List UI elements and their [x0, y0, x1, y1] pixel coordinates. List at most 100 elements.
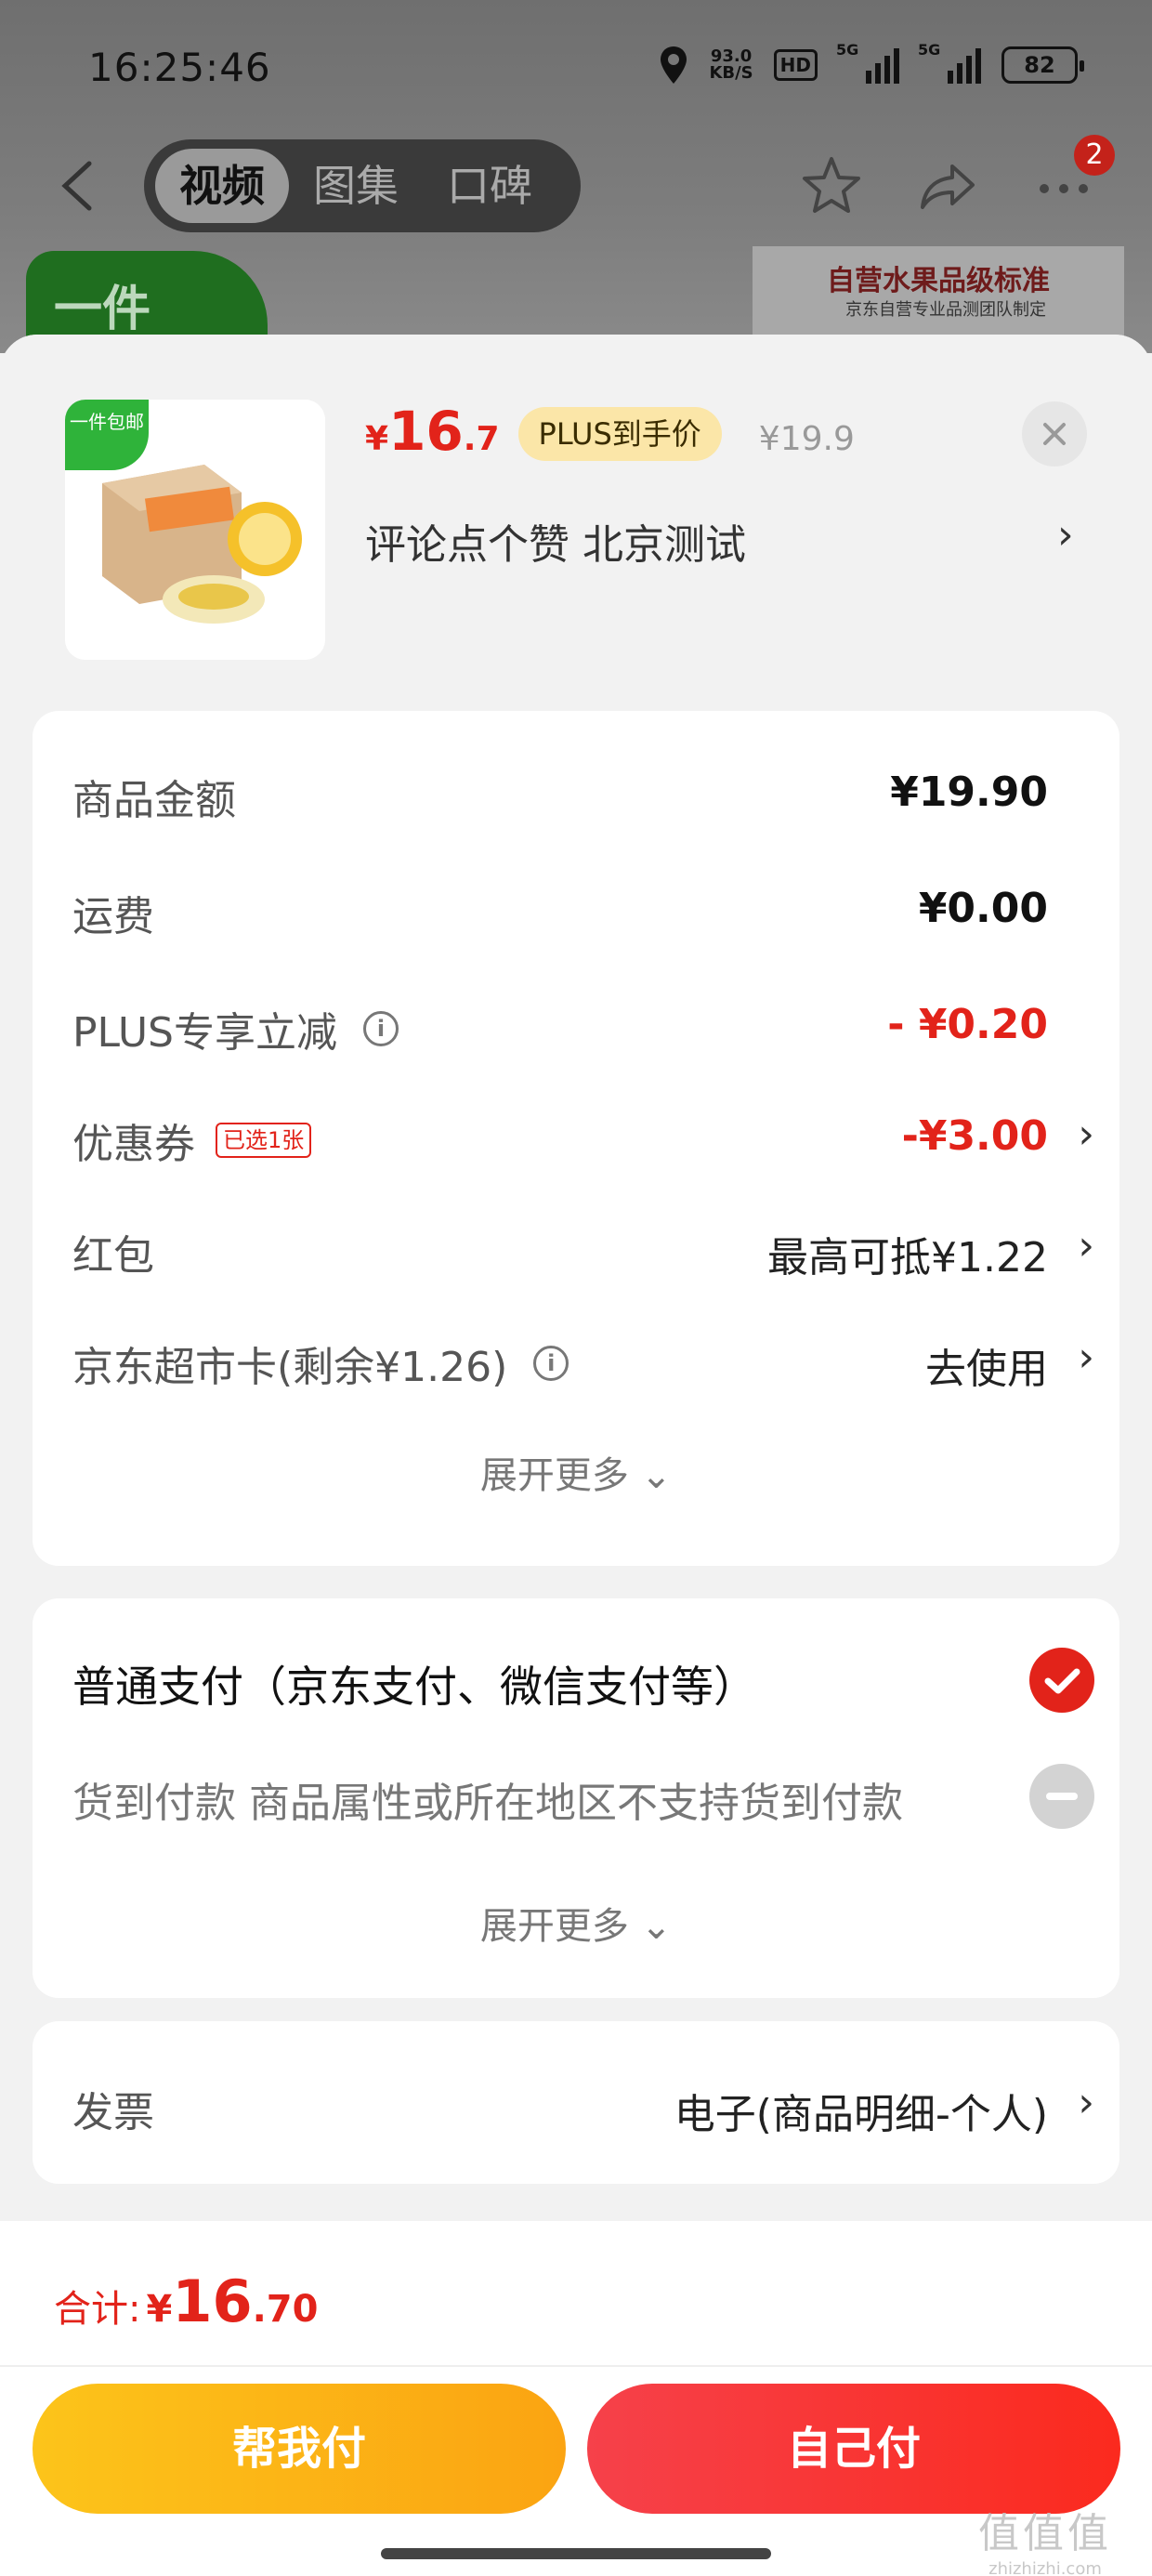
price-integer: 16: [388, 400, 464, 463]
watermark-url: zhizhizhi.com: [988, 2559, 1102, 2576]
promo-banner-right: 自营水果品级标准 京东自营专业品测团队制定: [753, 246, 1124, 339]
background-page: 16:25:46 93.0 KB/S HD 5G 5G 82 视频 图集 口碑 …: [0, 0, 1152, 353]
chevron-right-icon: ›: [1078, 1222, 1094, 1269]
row-label: PLUS专享立减 i: [72, 999, 399, 1058]
row-label: 运费: [72, 893, 154, 940]
chevron-down-icon: ⌄: [640, 1905, 673, 1948]
summary-row-plus-discount: PLUS专享立减 i - ¥0.20: [72, 990, 1094, 1058]
invoice-card[interactable]: 发票 电子(商品明细-个人) ›: [33, 2021, 1119, 2184]
chevron-right-icon: ›: [1078, 2079, 1094, 2126]
pay-myself-button[interactable]: 自己付: [587, 2384, 1120, 2514]
total-decimal: .70: [252, 2288, 319, 2331]
payment-option-normal[interactable]: 普通支付（京东支付、微信支付等）: [72, 1640, 1094, 1715]
price-symbol: ¥: [365, 420, 389, 458]
coupon-selected-tag: 已选1张: [216, 1123, 312, 1158]
row-label-text: PLUS专享立减: [72, 1009, 337, 1057]
promo-left-text: 一件: [54, 282, 151, 337]
free-shipping-tag: 一件包邮: [65, 400, 149, 470]
tab-video[interactable]: 视频: [155, 149, 289, 223]
bottom-action-bar: 合计: ¥ 16 .70 帮我付 自己付 值值值 zhizhizhi.com: [0, 2221, 1152, 2576]
total-label: 合计:: [54, 2288, 141, 2331]
nav-bar: 视频 图集 口碑 2: [0, 135, 1152, 232]
row-label: 京东超市卡(剩余¥1.26) i: [72, 1334, 569, 1393]
payment-option-label: 普通支付（京东支付、微信支付等）: [72, 1662, 756, 1712]
row-value: ¥19.90: [890, 769, 1048, 816]
expand-more-button[interactable]: 展开更多 ⌄: [33, 1896, 1119, 1950]
star-icon[interactable]: [799, 153, 864, 218]
close-button[interactable]: [1022, 401, 1087, 467]
payment-option-cod: 货到付款 商品属性或所在地区不支持货到付款: [72, 1756, 1094, 1831]
nav-actions: [799, 153, 1096, 218]
plus-price-badge: PLUS到手价: [517, 407, 722, 461]
status-bar: 16:25:46 93.0 KB/S HD 5G 5G 82: [0, 37, 1152, 102]
row-value: 最高可抵¥1.22: [767, 1234, 1048, 1281]
signal-label: 5G: [918, 41, 941, 59]
row-label: 优惠券 已选1张: [72, 1111, 312, 1170]
payment-option-label: 货到付款 商品属性或所在地区不支持货到付款: [72, 1780, 903, 1827]
divider: [0, 2365, 1152, 2367]
share-icon[interactable]: [915, 153, 980, 218]
disabled-icon: [1029, 1764, 1094, 1829]
original-price: ¥19.9: [758, 420, 855, 458]
signal-icon: 5G: [918, 41, 981, 84]
watermark: 值值值 zhizhizhi.com: [957, 2500, 1133, 2576]
invoice-label: 发票: [72, 2089, 154, 2136]
row-value: - ¥0.20: [887, 1001, 1048, 1048]
info-icon[interactable]: i: [533, 1346, 569, 1381]
check-glyph: [1044, 1668, 1080, 1694]
row-label: 红包: [72, 1232, 154, 1280]
help-me-pay-button[interactable]: 帮我付: [33, 2384, 566, 2514]
summary-row-coupon[interactable]: 优惠券 已选1张 -¥3.00 ›: [72, 1101, 1094, 1168]
product-thumbnail: 一件包邮: [65, 400, 325, 660]
watermark-text: 值值值: [978, 2510, 1112, 2557]
product-name[interactable]: 评论点个赞 北京测试: [365, 511, 746, 571]
back-icon[interactable]: [58, 160, 98, 212]
media-tabs: 视频 图集 口碑: [144, 139, 581, 232]
expand-label: 展开更多: [479, 1454, 629, 1497]
row-label-text: 优惠券: [72, 1121, 195, 1168]
row-value: 去使用: [925, 1346, 1048, 1393]
home-indicator[interactable]: [381, 2548, 771, 2559]
summary-row-shipping: 运费 ¥0.00: [72, 874, 1094, 940]
chevron-right-icon: ›: [1078, 1334, 1094, 1381]
checkmark-icon[interactable]: [1029, 1648, 1094, 1713]
battery-icon: 82: [1001, 46, 1084, 84]
row-label: 商品金额: [72, 777, 236, 824]
row-value: ¥0.00: [918, 885, 1048, 932]
total-symbol: ¥: [146, 2288, 173, 2331]
row-label-text: 京东超市卡(剩余¥1.26): [72, 1344, 508, 1391]
close-icon: [1043, 423, 1066, 445]
expand-more-button[interactable]: 展开更多 ⌄: [33, 1445, 1119, 1499]
total-integer: 16: [172, 2267, 253, 2335]
promo-title: 自营水果品级标准: [827, 265, 1050, 297]
promo-subtitle: 京东自营专业品测团队制定: [845, 300, 1046, 320]
info-icon[interactable]: i: [363, 1011, 399, 1046]
price-decimal: .7: [463, 420, 500, 458]
invoice-row[interactable]: 发票 电子(商品明细-个人) ›: [72, 2070, 1094, 2138]
tab-reviews[interactable]: 口碑: [423, 149, 556, 223]
order-total: 合计: ¥ 16 .70: [54, 2267, 318, 2335]
row-value: -¥3.00: [901, 1112, 1048, 1160]
hd-icon: HD: [773, 49, 818, 81]
network-speed: 93.0 KB/S: [709, 48, 753, 82]
invoice-value: 电子(商品明细-个人): [674, 2091, 1048, 2138]
tab-gallery[interactable]: 图集: [289, 149, 423, 223]
signal-label: 5G: [836, 41, 859, 59]
chevron-right-icon[interactable]: ›: [1057, 511, 1074, 559]
payment-method-card: 普通支付（京东支付、微信支付等） 货到付款 商品属性或所在地区不支持货到付款 展…: [33, 1598, 1119, 1998]
summary-row-market-card[interactable]: 京东超市卡(剩余¥1.26) i 去使用 ›: [72, 1324, 1094, 1393]
chevron-down-icon: ⌄: [640, 1454, 673, 1497]
summary-row-goods-amount: 商品金额 ¥19.90: [72, 757, 1094, 824]
speed-unit: KB/S: [709, 63, 753, 83]
price-summary-card: 商品金额 ¥19.90 运费 ¥0.00 PLUS专享立减 i - ¥0.20 …: [33, 711, 1119, 1566]
status-time: 16:25:46: [88, 45, 271, 90]
message-badge: 2: [1074, 135, 1115, 176]
status-icons: 93.0 KB/S HD 5G 5G 82: [659, 41, 1084, 85]
summary-row-red-packet[interactable]: 红包 最高可抵¥1.22 ›: [72, 1213, 1094, 1281]
product-header: 一件包邮 ¥ 16 .7 PLUS到手价 ¥19.9 评论点个赞 北京测试 ›: [0, 335, 1152, 706]
price-row: ¥ 16 .7 PLUS到手价 ¥19.9: [365, 400, 855, 467]
signal-icon: 5G: [836, 41, 899, 84]
chevron-right-icon: ›: [1078, 1111, 1094, 1158]
location-icon: [661, 46, 687, 84]
expand-label: 展开更多: [479, 1905, 629, 1948]
